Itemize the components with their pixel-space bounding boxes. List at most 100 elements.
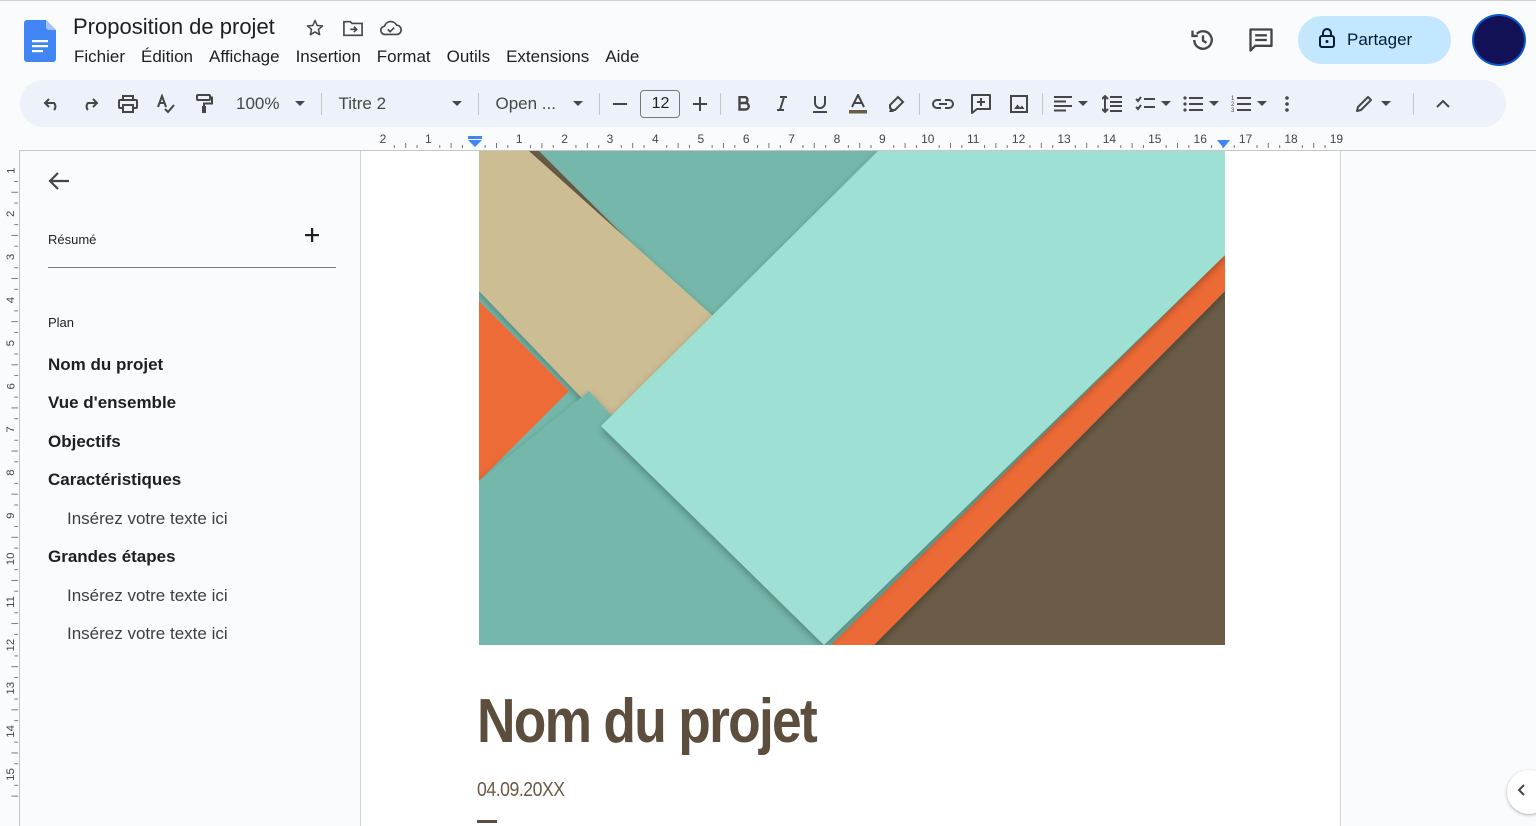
outline-item[interactable]: Nom du projet	[48, 355, 163, 375]
hide-menus-chevron-up-icon[interactable]	[1428, 88, 1458, 120]
decrease-font-size-icon[interactable]	[608, 88, 632, 120]
font-size-input[interactable]: 12	[640, 89, 681, 118]
paint-format-icon[interactable]	[190, 88, 218, 120]
ruler-label: 13	[1057, 132, 1071, 146]
side-panel-toggle[interactable]	[1507, 770, 1536, 814]
insert-image-icon[interactable]	[1004, 88, 1034, 120]
font-select[interactable]: Open ...	[487, 94, 591, 114]
heading-underline	[477, 820, 497, 823]
add-summary-icon[interactable]	[305, 228, 319, 247]
menu-edit[interactable]: Édition	[133, 46, 201, 70]
document-page[interactable]: Nom du projet 04.09.20XX	[360, 151, 1341, 826]
document-heading[interactable]: Nom du projet	[477, 686, 818, 757]
right-indent-marker	[1217, 140, 1230, 148]
ruler-label: 3	[5, 254, 17, 260]
ruler-label: 1	[5, 168, 17, 174]
editing-mode-icon[interactable]	[1351, 88, 1395, 120]
ruler-label: 2	[561, 132, 568, 146]
toolbar-divider	[478, 92, 480, 115]
highlight-color-icon[interactable]	[881, 88, 911, 120]
ruler-label: 12	[5, 639, 17, 652]
chevron-down-icon	[1257, 101, 1268, 106]
italic-icon[interactable]	[767, 88, 797, 120]
ruler-label: 18	[1284, 132, 1298, 146]
ruler-label: 8	[834, 132, 841, 146]
ruler-label: 7	[788, 132, 795, 146]
ruler-label: 8	[5, 469, 17, 475]
version-history-button[interactable]	[1181, 18, 1225, 62]
more-options-icon[interactable]	[1275, 88, 1299, 120]
text-color-icon[interactable]	[843, 88, 873, 120]
insert-link-icon[interactable]	[928, 88, 958, 120]
docs-logo-icon[interactable]	[24, 20, 56, 62]
cloud-saved-icon[interactable]	[379, 16, 403, 40]
menu-bar: Fichier Édition Affichage Insertion Form…	[66, 46, 647, 70]
svg-text:3: 3	[1231, 108, 1235, 112]
ruler-label: 9	[5, 513, 17, 519]
menu-file[interactable]: Fichier	[66, 46, 133, 70]
bulleted-list-icon[interactable]	[1181, 88, 1221, 120]
menu-tools[interactable]: Outils	[439, 46, 498, 70]
ruler-label: 11	[967, 132, 980, 146]
chevron-left-icon	[1517, 783, 1525, 801]
comments-button[interactable]	[1239, 18, 1283, 62]
align-icon[interactable]	[1051, 88, 1091, 120]
ruler-label: 1	[425, 132, 432, 146]
ruler-label: 10	[921, 132, 935, 146]
menu-extensions[interactable]: Extensions	[498, 46, 597, 70]
document-title[interactable]: Proposition de projet	[73, 14, 275, 40]
bold-icon[interactable]	[729, 88, 759, 120]
outline-item[interactable]: Caractéristiques	[48, 470, 181, 490]
menu-help[interactable]: Aide	[597, 46, 647, 70]
underline-icon[interactable]	[805, 88, 835, 120]
ruler-label: 6	[743, 132, 750, 146]
outline-item[interactable]: Objectifs	[48, 432, 121, 452]
outline-item[interactable]: Insérez votre texte ici	[67, 509, 228, 529]
undo-icon[interactable]	[38, 88, 66, 120]
ruler-label: 7	[5, 426, 17, 432]
document-outline-panel: Résumé Plan Nom du projet Vue d'ensemble…	[20, 151, 360, 826]
ruler-label: 14	[5, 725, 17, 738]
back-arrow-icon[interactable]	[48, 171, 70, 196]
outline-item[interactable]: Grandes étapes	[48, 547, 176, 567]
line-spacing-icon[interactable]	[1099, 88, 1125, 120]
ruler-label: 4	[5, 297, 17, 303]
ruler-label: 9	[879, 132, 886, 146]
menu-format[interactable]: Format	[369, 46, 439, 70]
redo-icon[interactable]	[76, 88, 104, 120]
increase-font-size-icon[interactable]	[688, 88, 712, 120]
chevron-down-icon	[452, 101, 463, 106]
cover-image[interactable]	[479, 151, 1225, 645]
outline-item[interactable]: Insérez votre texte ici	[67, 586, 228, 606]
formatting-toolbar: 100% Titre 2 Open ... 12 1 2 3	[20, 80, 1506, 127]
toolbar-divider	[1042, 92, 1044, 115]
plan-heading: Plan	[48, 315, 75, 330]
zoom-select[interactable]: 100%	[228, 94, 313, 114]
horizontal-ruler[interactable]: 2 1 1 2 3 4 5 6 7 8 9 10 11 12 13 14 15 16 17 18 19	[360, 128, 1350, 150]
spellcheck-icon[interactable]	[152, 88, 180, 120]
menu-insert[interactable]: Insertion	[288, 46, 369, 70]
share-button[interactable]: Partager	[1298, 16, 1451, 64]
checklist-icon[interactable]	[1133, 88, 1173, 120]
vertical-ruler[interactable]: 123456789101112131415	[0, 150, 20, 826]
ruler-label: 1	[516, 132, 523, 146]
style-value: Titre 2	[338, 93, 387, 113]
ruler-label: 6	[5, 383, 17, 389]
numbered-list-icon[interactable]: 123	[1229, 88, 1269, 120]
toolbar-divider	[1413, 92, 1415, 115]
document-date[interactable]: 04.09.20XX	[477, 779, 565, 802]
outline-item[interactable]: Insérez votre texte ici	[67, 624, 228, 644]
summary-heading: Résumé	[48, 232, 97, 247]
star-icon[interactable]	[303, 16, 327, 40]
style-select[interactable]: Titre 2	[330, 94, 470, 114]
print-icon[interactable]	[114, 88, 142, 120]
add-comment-icon[interactable]	[966, 88, 996, 120]
ruler-label: 12	[1012, 132, 1026, 146]
ruler-label: 17	[1239, 132, 1253, 146]
chevron-down-icon	[1161, 101, 1172, 106]
left-indent-marker	[468, 136, 482, 147]
move-folder-icon[interactable]	[341, 16, 365, 40]
account-avatar[interactable]	[1472, 14, 1526, 66]
menu-view[interactable]: Affichage	[201, 46, 288, 70]
outline-item[interactable]: Vue d'ensemble	[48, 393, 176, 413]
